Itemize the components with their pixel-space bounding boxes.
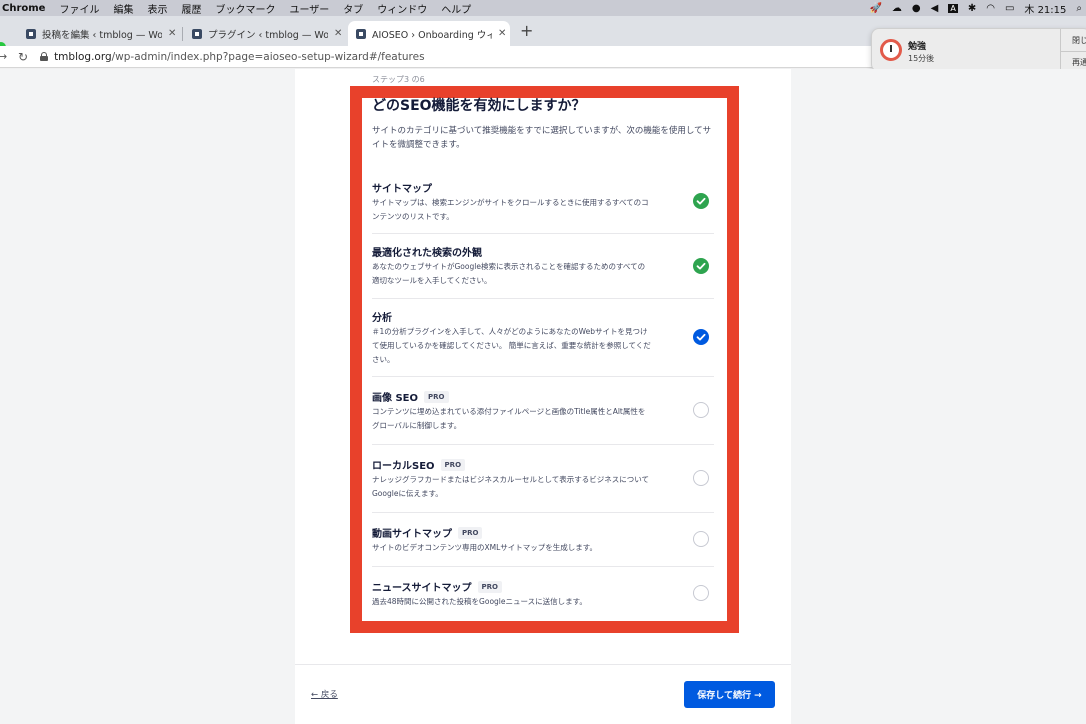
pro-badge: PRO — [477, 580, 502, 593]
feature-description: 過去48時間に公開された投稿をGoogleニュースに送信します。 — [372, 597, 587, 606]
search-icon[interactable]: ⌕ — [1076, 3, 1082, 14]
feature-item-analytics: 分析 ＃1の分析プラグインを入手して、人々がどのようにあなたのWebサイトを見つ… — [372, 309, 714, 367]
menu-window[interactable]: ウィンドウ — [377, 1, 427, 16]
feature-title: 最適化された検索の外観 — [372, 248, 482, 259]
new-tab-button[interactable]: + — [520, 21, 533, 40]
feature-checkbox-video-sitemap[interactable] — [693, 531, 709, 547]
feature-description: コンテンツに埋め込まれている添付ファイルページと画像のTitle属性とAlt属性… — [372, 407, 646, 430]
close-icon[interactable]: ✕ — [334, 28, 342, 39]
feature-checkbox-analytics[interactable] — [693, 329, 709, 345]
back-link[interactable]: ← 戻る — [311, 688, 338, 700]
tab-label: AIOSEO › Onboarding ウィザード — [372, 29, 492, 41]
menu-help[interactable]: ヘルプ — [441, 1, 471, 16]
feature-divider — [372, 233, 714, 234]
page-title: どのSEO機能を有効にしますか？ — [372, 98, 586, 114]
feature-title: 動画サイトマップ — [372, 529, 452, 540]
notification-title: 勉強 — [908, 42, 927, 52]
pro-badge: PRO — [440, 458, 466, 471]
feature-item-video-sitemap: 動画サイトマップ PRO サイトのビデオコンテンツ専用のXMLサイトマップを生成し… — [372, 525, 714, 555]
feature-divider — [372, 512, 714, 513]
feature-title: 画像 SEO — [372, 393, 419, 404]
feature-description: ナレッジグラフカードまたはビジネスカルーセルとして表示するビジネスについてGoo… — [372, 475, 650, 498]
url-path: /wp-admin/index.php?page=aioseo-setup-wi… — [111, 50, 425, 63]
feature-description: ＃1の分析プラグインを入手して、人々がどのようにあなたのWebサイトを見つけて使… — [372, 327, 651, 364]
menubar-clock[interactable]: 木 21:15 — [1024, 1, 1066, 16]
wizard-step-indicator: ステップ3 の6 — [372, 75, 425, 84]
check-circle-icon — [693, 193, 709, 209]
check-circle-icon — [693, 258, 709, 274]
tab-divider — [182, 27, 183, 41]
feature-divider — [372, 376, 714, 377]
wifi-icon[interactable]: ◠ — [986, 3, 995, 14]
feature-description: サイトのビデオコンテンツ専用のXMLサイトマップを生成します。 — [372, 543, 598, 552]
feature-divider — [372, 566, 714, 567]
alarm-clock-icon — [880, 39, 902, 61]
save-and-continue-button[interactable]: 保存して続行 → — [684, 681, 775, 708]
menu-users[interactable]: ユーザー — [289, 1, 329, 16]
input-source-icon[interactable]: A — [948, 3, 958, 13]
wordpress-favicon-icon — [356, 28, 366, 39]
pro-badge: PRO — [458, 526, 483, 539]
app-menu[interactable]: Chrome — [2, 3, 45, 14]
reload-icon[interactable]: ↻ — [18, 50, 28, 64]
rocket-icon[interactable]: 🚀 — [869, 3, 881, 14]
feature-checkbox-news-sitemap[interactable] — [693, 585, 709, 601]
feature-item-image-seo: 画像 SEO PRO コンテンツに埋め込まれている添付ファイルページと画像のTit… — [372, 389, 714, 433]
feature-item-search-appearance: 最適化された検索の外観 あなたのウェブサイトがGoogle検索に表示されることを… — [372, 244, 714, 288]
notification-divider — [1060, 51, 1086, 52]
feature-checkbox-search-appearance[interactable] — [693, 258, 709, 274]
check-circle-icon — [693, 329, 709, 345]
menu-edit[interactable]: 編集 — [113, 1, 133, 16]
close-icon[interactable]: ✕ — [498, 28, 506, 39]
menu-file[interactable]: ファイル — [59, 1, 99, 16]
menu-bookmarks[interactable]: ブックマーク — [215, 1, 275, 16]
volume-icon[interactable]: ◀ — [931, 3, 939, 14]
feature-divider — [372, 298, 714, 299]
notification-snooze-button[interactable]: 再通 — [1072, 57, 1086, 68]
lock-icon[interactable] — [40, 52, 49, 61]
feature-title: ローカルSEO — [372, 461, 435, 472]
menu-history[interactable]: 履歴 — [181, 1, 201, 16]
forward-arrow-icon[interactable]: → — [0, 50, 12, 63]
feature-item-local-seo: ローカルSEO PRO ナレッジグラフカードまたはビジネスカルーセルとして表示する… — [372, 457, 714, 501]
battery-icon[interactable]: ▭ — [1005, 3, 1014, 14]
hat-icon[interactable]: ● — [912, 3, 921, 14]
tab-aioseo-wizard[interactable]: AIOSEO › Onboarding ウィザード ✕ — [348, 21, 510, 46]
feature-description: サイトマップは、検索エンジンがサイトをクロールするときに使用するすべてのコンテン… — [372, 198, 649, 221]
macos-menubar: Chrome ファイル 編集 表示 履歴 ブックマーク ユーザー タブ ウィンド… — [0, 0, 1086, 16]
footer-divider — [295, 664, 791, 665]
reminder-notification[interactable]: 勉強 15分後 閉じ 再通 — [871, 28, 1086, 73]
close-icon[interactable]: ✕ — [168, 28, 176, 39]
feature-item-news-sitemap: ニュースサイトマップ PRO 過去48時間に公開された投稿をGoogleニュースに… — [372, 579, 714, 609]
tab-plugins[interactable]: プラグイン ‹ tmblog — WordPress ✕ — [184, 21, 344, 46]
feature-title: ニュースサイトマップ — [372, 583, 472, 594]
wizard-intro-text: サイトのカテゴリに基づいて推奨機能をすでに選択していますが、次の機能を使用してサ… — [372, 126, 712, 150]
menubar-status-area: 🚀 ☁ ● ◀ A ✱ ◠ ▭ 木 21:15 ⌕ — [869, 0, 1082, 16]
feature-divider — [372, 444, 714, 445]
wordpress-favicon-icon — [26, 28, 36, 39]
url-field[interactable]: tmblog.org/wp-admin/index.php?page=aiose… — [54, 51, 424, 63]
url-domain: tmblog.org — [54, 50, 112, 63]
cloud-icon[interactable]: ☁ — [892, 3, 902, 14]
feature-item-sitemap: サイトマップ サイトマップは、検索エンジンがサイトをクロールするときに使用するす… — [372, 180, 714, 224]
feature-title: 分析 — [372, 313, 392, 324]
feature-description: あなたのウェブサイトがGoogle検索に表示されることを確認するためのすべての適… — [372, 262, 646, 285]
notification-close-button[interactable]: 閉じ — [1072, 35, 1086, 46]
feature-checkbox-local-seo[interactable] — [693, 470, 709, 486]
feature-checkbox-image-seo[interactable] — [693, 402, 709, 418]
feature-title: サイトマップ — [372, 184, 432, 195]
notification-subtitle: 15分後 — [908, 54, 935, 63]
bluetooth-icon[interactable]: ✱ — [968, 3, 976, 14]
feature-checkbox-sitemap[interactable] — [693, 193, 709, 209]
tab-label: プラグイン ‹ tmblog — WordPress — [208, 29, 328, 41]
wordpress-favicon-icon — [192, 28, 202, 39]
menu-view[interactable]: 表示 — [147, 1, 167, 16]
menu-tab[interactable]: タブ — [343, 1, 363, 16]
pro-badge: PRO — [424, 390, 449, 403]
tab-label: 投稿を編集 ‹ tmblog — WordPress — [42, 29, 162, 41]
tab-edit-post[interactable]: 投稿を編集 ‹ tmblog — WordPress ✕ — [18, 21, 178, 46]
